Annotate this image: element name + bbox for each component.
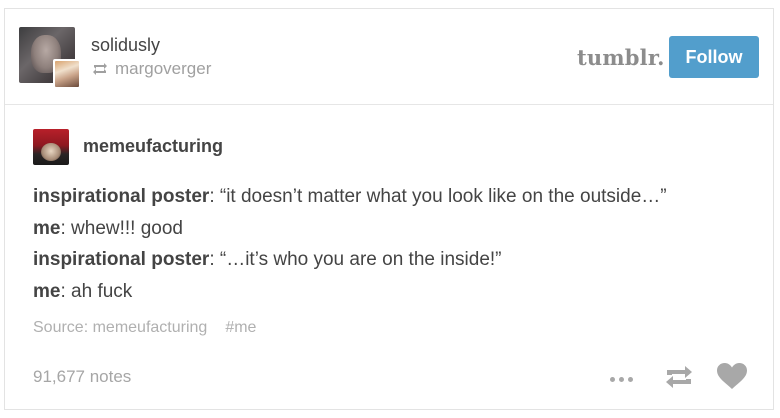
tumblr-logo[interactable]: tumblr. xyxy=(577,45,665,70)
post-source-row: Source: memeufacturing #me xyxy=(33,319,256,337)
heart-icon[interactable] xyxy=(713,359,751,393)
post-username[interactable]: solidusly xyxy=(91,35,160,56)
source-blog-avatar[interactable] xyxy=(33,129,69,165)
reblog-source-avatar[interactable] xyxy=(53,59,81,89)
reblogged-from: margoverger xyxy=(91,59,211,79)
dialogue-line: inspirational poster: “…it’s who you are… xyxy=(33,244,753,276)
dialogue-speaker: me xyxy=(33,280,61,302)
more-dots-icon[interactable] xyxy=(605,369,637,389)
post-body: inspirational poster: “it doesn’t matter… xyxy=(33,181,753,307)
dialogue-line: inspirational poster: “it doesn’t matter… xyxy=(33,181,753,213)
dialogue-text: “…it’s who you are on the inside!” xyxy=(214,249,502,270)
dialogue-speaker: me xyxy=(33,217,61,239)
source-avatar-head xyxy=(41,143,61,161)
post-header: solidusly margoverger tumblr. Follow xyxy=(5,9,773,105)
reblog-source-avatar-image xyxy=(55,61,79,87)
reblog-icon xyxy=(93,63,107,75)
dialogue-text: ah fuck xyxy=(65,280,133,302)
dialogue-line: me: whew!!! good xyxy=(33,213,753,245)
post-card: solidusly margoverger tumblr. Follow mem… xyxy=(4,8,774,410)
dialogue-text: “it doesn’t matter what you look like on… xyxy=(214,186,667,207)
source-blog-name[interactable]: memeufacturing xyxy=(83,136,223,157)
dialogue-text: whew!!! good xyxy=(65,217,183,239)
notes-count[interactable]: 91,677 notes xyxy=(33,367,131,387)
source-link[interactable]: Source: memeufacturing xyxy=(33,319,207,337)
dialogue-line: me: ah fuck xyxy=(33,276,753,308)
follow-button[interactable]: Follow xyxy=(669,36,759,78)
reblogged-from-username[interactable]: margoverger xyxy=(115,59,211,79)
dialogue-speaker: inspirational poster xyxy=(33,186,210,207)
dialogue-speaker: inspirational poster xyxy=(33,249,210,270)
tag-link[interactable]: #me xyxy=(225,319,256,337)
reblog-icon[interactable] xyxy=(661,361,697,393)
